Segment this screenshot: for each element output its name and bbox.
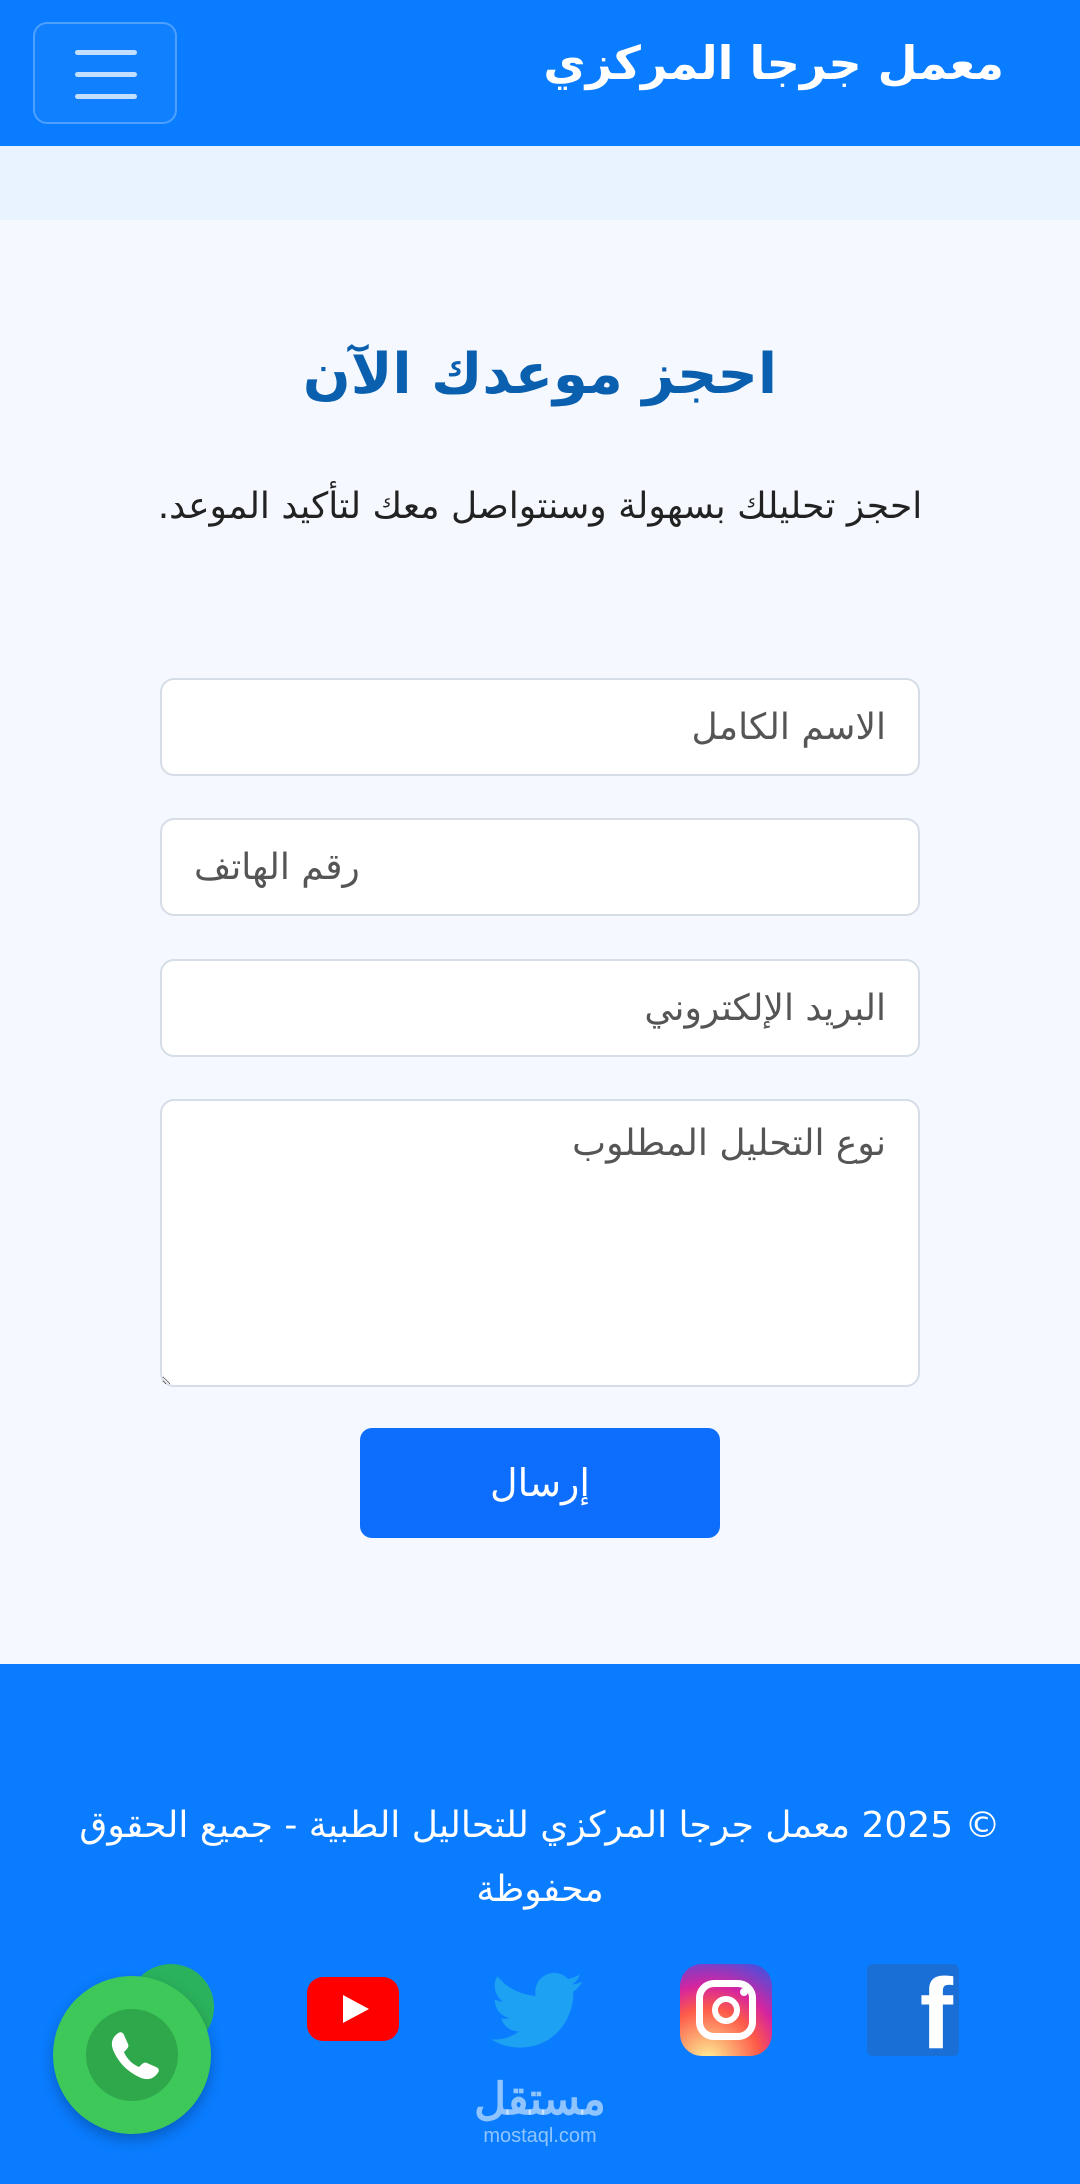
watermark-arabic: مستقل — [474, 2075, 606, 2124]
email-input[interactable] — [160, 959, 920, 1057]
copyright-text: © 2025 معمل جرجا المركزي للتحاليل الطبية… — [79, 1805, 1001, 1910]
booking-subtitle: احجز تحليلك بسهولة وسنتواصل معك لتأكيد ا… — [157, 486, 923, 527]
instagram-lens — [712, 1996, 740, 2024]
header-spacer-strip — [0, 146, 1080, 220]
site-header: معمل جرجا المركزي — [0, 0, 1080, 146]
instagram-icon[interactable] — [680, 1964, 772, 2056]
mostaql-watermark: مستقل mostaql.com — [470, 2076, 610, 2148]
hamburger-menu-icon[interactable] — [33, 22, 177, 124]
submit-button[interactable]: إرسال — [360, 1428, 720, 1538]
twitter-icon[interactable] — [490, 1964, 584, 2056]
whatsapp-glyph — [86, 2009, 178, 2101]
instagram-dot — [740, 1988, 748, 1996]
brand-title[interactable]: معمل جرجا المركزي — [543, 30, 1004, 96]
menu-line — [75, 50, 137, 55]
analysis-type-textarea[interactable] — [160, 1099, 920, 1387]
youtube-play — [343, 1995, 369, 2023]
youtube-icon[interactable] — [307, 1977, 399, 2041]
booking-section: احجز موعدك الآن احجز تحليلك بسهولة وسنتو… — [0, 220, 1080, 1664]
phone-input[interactable] — [160, 818, 920, 916]
facebook-icon[interactable]: f — [867, 1964, 959, 2064]
menu-line — [75, 72, 137, 77]
menu-line — [75, 94, 137, 99]
twitter-bird — [490, 1972, 583, 2048]
booking-title: احجز موعدك الآن — [302, 342, 778, 407]
watermark-english: mostaql.com — [483, 2125, 597, 2147]
whatsapp-icon[interactable] — [53, 1976, 211, 2134]
full-name-input[interactable] — [160, 678, 920, 776]
facebook-glyph: f — [919, 1958, 953, 2070]
